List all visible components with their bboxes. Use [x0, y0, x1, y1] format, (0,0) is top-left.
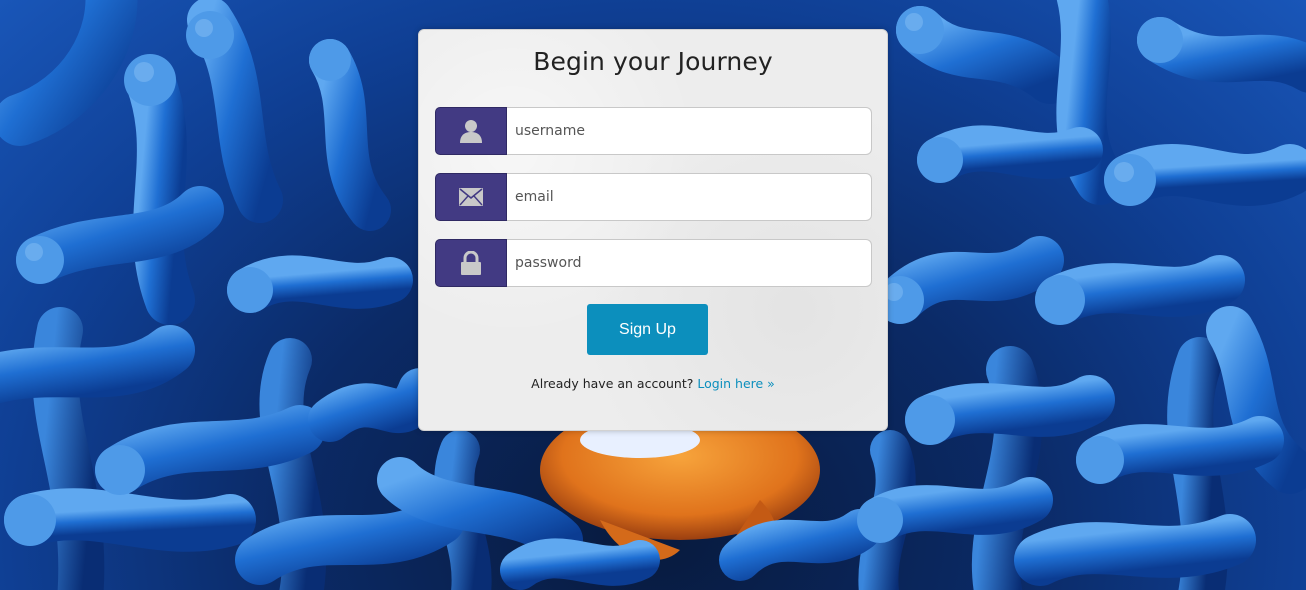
login-link[interactable]: Login here » [697, 376, 774, 391]
account-prompt-text: Already have an account? [531, 376, 694, 391]
email-input[interactable] [507, 173, 872, 221]
email-field [435, 173, 872, 221]
signup-button[interactable]: Sign Up [587, 304, 708, 355]
username-field [435, 107, 872, 155]
password-input[interactable] [507, 239, 872, 287]
password-field [435, 239, 872, 287]
lock-icon [461, 251, 481, 275]
login-prompt: Already have an account? Login here » [419, 376, 887, 391]
username-input[interactable] [507, 107, 872, 155]
user-icon [460, 120, 482, 143]
username-icon-box [435, 107, 507, 155]
password-icon-box [435, 239, 507, 287]
signup-card: Begin your Journey Sign Up [418, 29, 888, 431]
email-icon-box [435, 173, 507, 221]
envelope-icon [459, 188, 483, 206]
form-title: Begin your Journey [533, 47, 773, 76]
